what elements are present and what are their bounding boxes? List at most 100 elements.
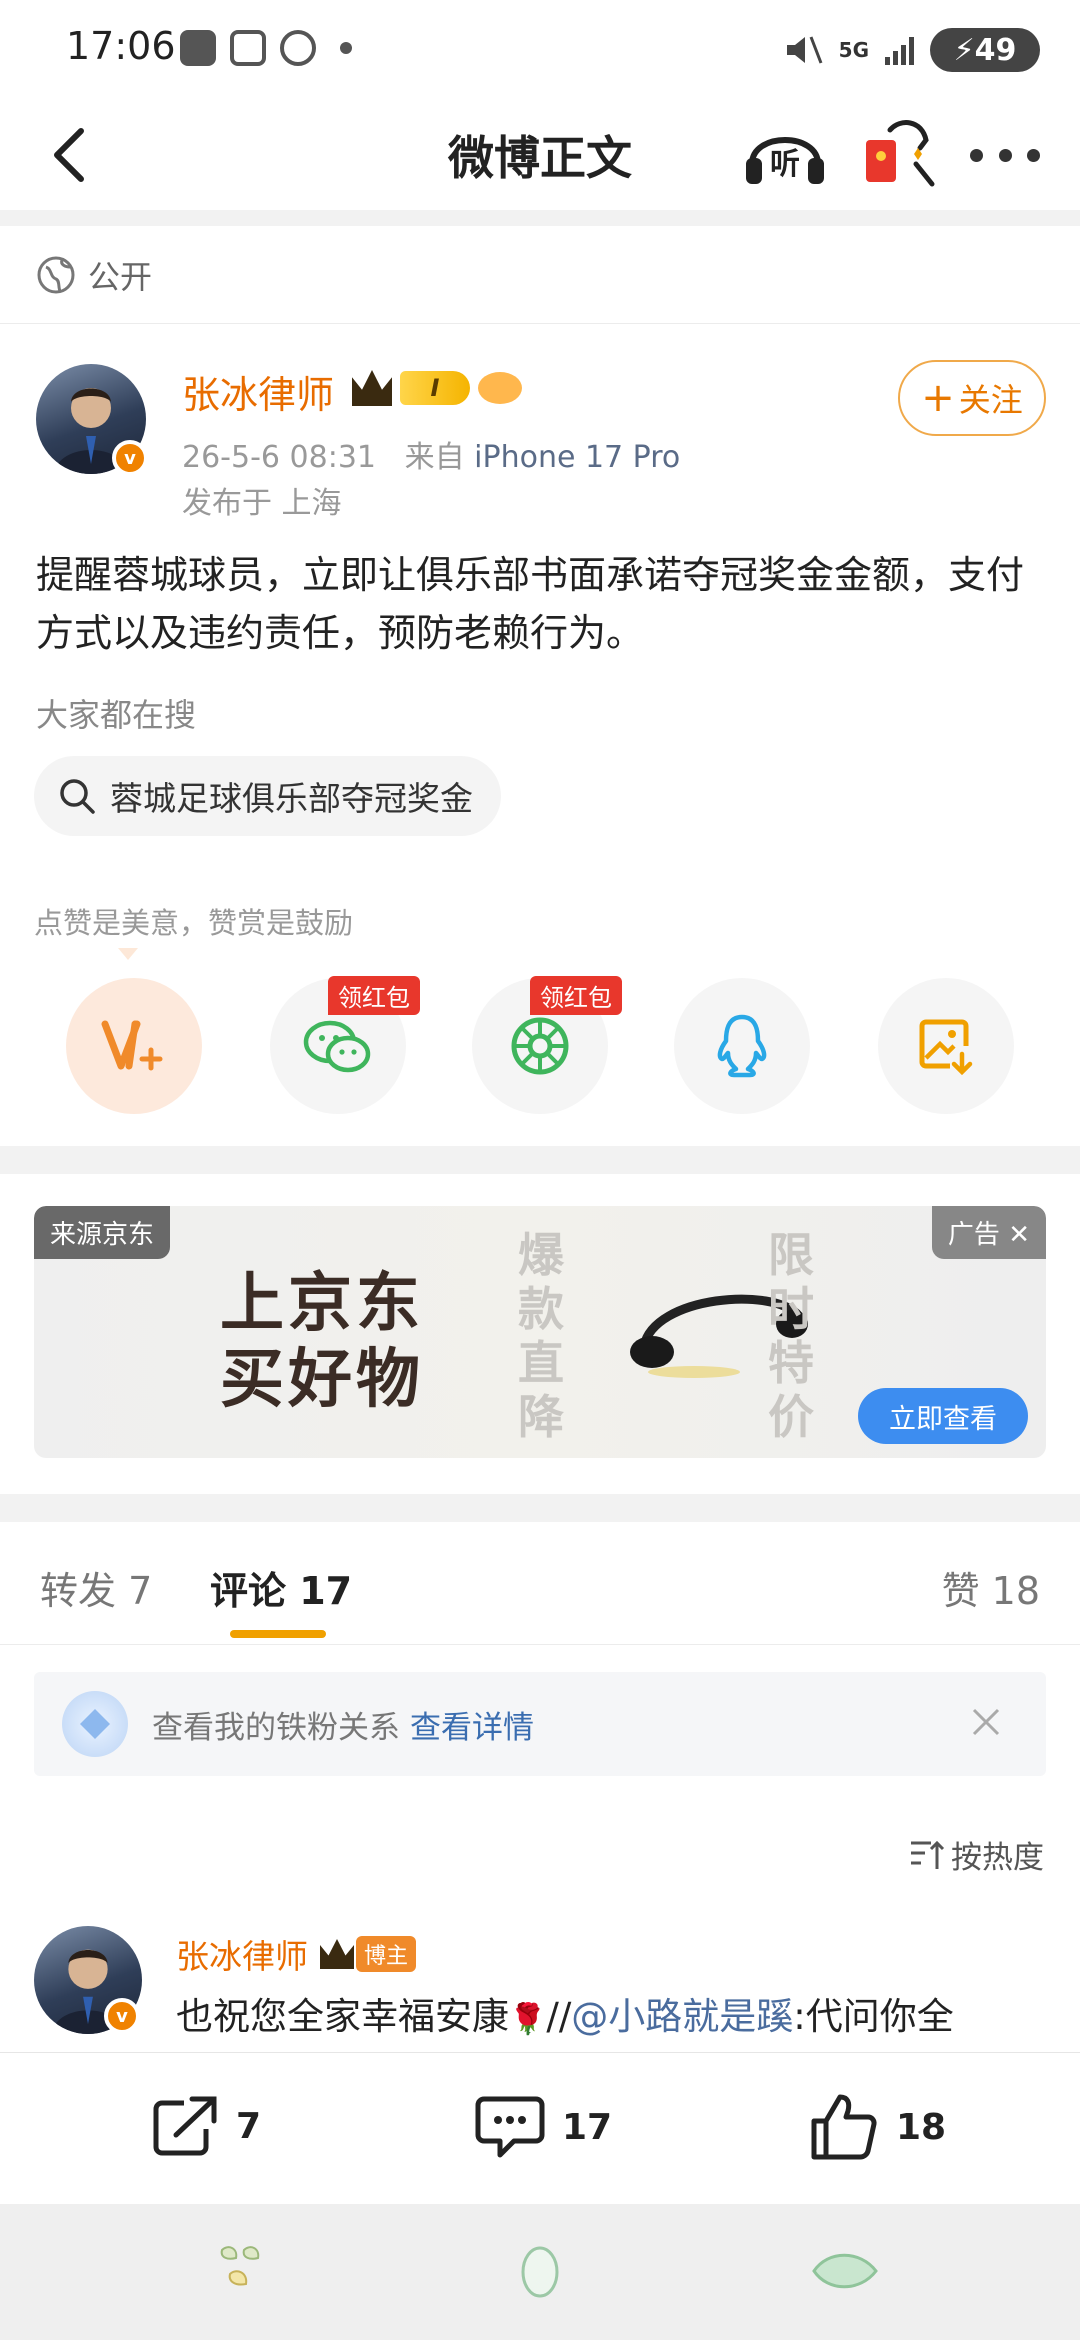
ad-close-button[interactable]: 广告 ✕ — [931, 1206, 1046, 1259]
comment-author[interactable]: 张冰律师 — [176, 1930, 308, 1978]
repost-count: 7 — [236, 2105, 262, 2147]
more-notifications-dot — [340, 42, 352, 54]
diamond-icon — [62, 1691, 128, 1757]
comment-mention[interactable]: @小路就是蹊 — [571, 1995, 793, 2038]
diamond-shape — [80, 1709, 110, 1739]
iron-fan-text: 查看我的铁粉关系 — [152, 1709, 400, 1746]
comment-button[interactable]: 17 — [474, 2093, 612, 2161]
close-icon: ✕ — [1008, 1220, 1030, 1250]
status-right-icons: 5G ⚡ 49 — [785, 28, 1040, 72]
level-badge: I — [400, 371, 470, 405]
post-time: 26-5-6 08:31 — [182, 440, 376, 475]
tab-like[interactable]: 赞 18 — [942, 1560, 1040, 1615]
signal-icon — [885, 35, 914, 65]
like-button[interactable]: 18 — [810, 2093, 946, 2161]
status-time: 17:06 — [66, 24, 176, 68]
blogger-badge: 博主 — [320, 1936, 417, 1972]
search-icon — [60, 779, 95, 814]
verified-badge: v — [104, 1998, 140, 2034]
ad-cta-button[interactable]: 立即查看 — [858, 1388, 1028, 1444]
rose-icon: 🌹 — [509, 2002, 547, 2037]
hongbao-tag: 领红包 — [328, 976, 420, 1015]
more-dot-icon — [1027, 148, 1040, 162]
moments-icon — [511, 1017, 569, 1075]
red-packet-icon — [866, 120, 935, 187]
system-nav-bar — [0, 2204, 1080, 2340]
sort-button[interactable]: 按热度 — [909, 1832, 1044, 1877]
author-name[interactable]: 张冰律师 — [182, 364, 334, 419]
like-count: 18 — [896, 2106, 947, 2148]
leaf-nav-icon[interactable] — [810, 2248, 880, 2294]
trending-search-chip[interactable]: 蓉城足球俱乐部夺冠奖金 — [34, 756, 501, 836]
mute-icon — [786, 36, 823, 64]
active-tab-indicator — [230, 1630, 326, 1638]
member-badge[interactable]: I — [352, 370, 522, 406]
visibility-label: 公开 — [88, 257, 153, 296]
more-dot-icon — [970, 148, 983, 162]
fish-badge-icon — [478, 372, 522, 404]
close-icon[interactable] — [966, 1702, 1006, 1742]
repost-button[interactable]: 7 — [150, 2093, 261, 2159]
section-divider — [0, 1494, 1080, 1522]
sort-label: 按热度 — [951, 1840, 1044, 1876]
tab-repost[interactable]: 转发 7 — [40, 1560, 152, 1615]
tab-divider — [0, 1644, 1080, 1645]
comment-tail: :代问你全 — [793, 1995, 954, 2038]
hongbao-tag: 领红包 — [530, 976, 622, 1015]
reward-hint: 点赞是美意，赞赏是鼓励 — [34, 906, 354, 940]
ad-headline-line1: 上京东 — [220, 1267, 424, 1341]
battery-level: 49 — [974, 32, 1017, 68]
source-prefix: 来自 — [404, 440, 465, 475]
share-qq-button[interactable] — [674, 978, 810, 1114]
post-body-text: 提醒蓉城球员，立即让俱乐部书面承诺夺冠奖金金额，支付方式以及违约责任，预防老赖行… — [36, 553, 1025, 655]
ad-vertical-text-right: 限时特价 — [768, 1228, 814, 1444]
status-bar: 17:06 5G ⚡ 49 — [0, 0, 1080, 100]
sort-icon — [911, 1840, 945, 1869]
iron-fan-banner[interactable]: 查看我的铁粉关系 查看详情 — [34, 1672, 1046, 1776]
comment-body: 也祝您全家幸福安康 — [176, 1995, 509, 2038]
listen-button[interactable]: 听 — [740, 114, 830, 194]
follow-button[interactable]: + 关注 — [898, 360, 1046, 436]
thumbs-up-icon — [811, 2094, 877, 2160]
comment-text: 也祝您全家幸福安康🌹//@小路就是蹊:代问你全 — [176, 1986, 954, 2040]
follow-label: 关注 — [958, 381, 1023, 419]
ad-headline-line2: 买好物 — [220, 1343, 424, 1417]
globe-icon — [37, 256, 75, 293]
comment-count: 17 — [562, 2106, 613, 2148]
save-image-icon — [919, 1019, 973, 1076]
more-options-button[interactable] — [970, 120, 1040, 190]
comment-slashes: // — [546, 1995, 572, 2038]
trending-search-query: 蓉城足球俱乐部夺冠奖金 — [110, 779, 473, 818]
comment-icon — [475, 2096, 545, 2158]
wechat-icon — [303, 1020, 371, 1073]
weibo-reward-icon — [101, 1020, 163, 1071]
ad-banner[interactable]: 来源京东 广告 ✕ 上京东 买好物 爆款直降 限时特价 立即查看 — [34, 1206, 1046, 1458]
ad-tag-label: 广告 — [947, 1220, 1000, 1250]
network-type: 5G — [838, 38, 869, 62]
weibo-icon — [280, 30, 316, 66]
comment-author-row: 张冰律师 博主 — [176, 1930, 417, 1978]
egg-nav-icon[interactable] — [518, 2238, 562, 2302]
post-device[interactable]: iPhone 17 Pro — [474, 440, 680, 475]
plus-icon: + — [921, 375, 955, 421]
headphones-icon: 听 — [746, 137, 824, 184]
listen-label: 听 — [770, 147, 800, 182]
post-meta: 26-5-6 08:31 来自 iPhone 17 Pro — [182, 432, 680, 476]
crown-icon — [352, 370, 392, 406]
ad-source-label: 来源京东 — [34, 1206, 171, 1259]
ad-headline: 上京东 买好物 — [220, 1266, 424, 1418]
reward-button[interactable] — [66, 978, 202, 1114]
red-packet-share-button[interactable] — [860, 114, 940, 194]
save-image-button[interactable] — [878, 978, 1014, 1114]
flower-nav-icon[interactable] — [208, 2240, 272, 2304]
bottom-action-bar: 7 17 18 — [0, 2052, 1080, 2204]
tab-comment[interactable]: 评论 17 — [210, 1560, 352, 1615]
scan-icon — [230, 30, 266, 66]
iron-fan-link[interactable]: 查看详情 — [410, 1702, 534, 1747]
top-nav-bar: 微博正文 听 — [0, 100, 1080, 210]
app-notification-icon — [180, 30, 216, 66]
ad-vertical-text-left: 爆款直降 — [518, 1228, 564, 1444]
qq-icon — [717, 1014, 767, 1078]
status-notification-icons — [180, 30, 352, 66]
trending-search-title: 大家都在搜 — [36, 696, 197, 734]
